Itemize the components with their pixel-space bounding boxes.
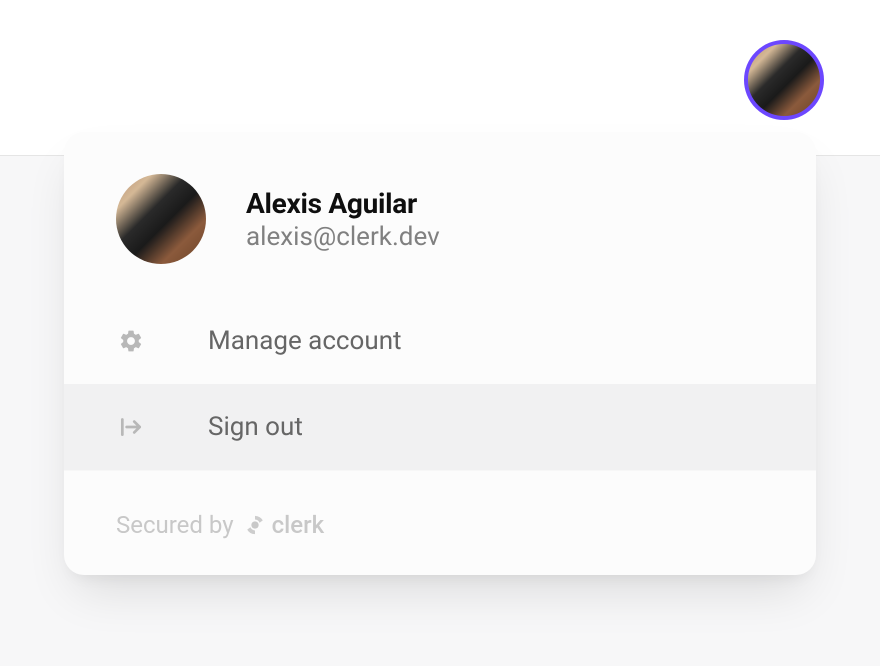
- sign-out-icon: [116, 412, 146, 442]
- user-email: alexis@clerk.dev: [246, 222, 440, 252]
- manage-account-label: Manage account: [208, 326, 402, 356]
- user-name: Alexis Aguilar: [246, 187, 440, 220]
- manage-account-item[interactable]: Manage account: [64, 298, 816, 384]
- user-text: Alexis Aguilar alexis@clerk.dev: [246, 187, 440, 252]
- avatar: [116, 174, 206, 264]
- user-info-section: Alexis Aguilar alexis@clerk.dev: [64, 132, 816, 298]
- clerk-logo: clerk: [244, 511, 325, 539]
- gear-icon: [116, 326, 146, 356]
- clerk-logo-icon: [244, 514, 266, 536]
- clerk-brand-text: clerk: [272, 511, 325, 539]
- secured-by-text: Secured by: [116, 511, 234, 539]
- user-avatar-button[interactable]: [744, 40, 824, 120]
- sign-out-item[interactable]: Sign out: [64, 384, 816, 470]
- dropdown-footer: Secured by clerk: [64, 470, 816, 575]
- sign-out-label: Sign out: [208, 412, 303, 442]
- user-dropdown: Alexis Aguilar alexis@clerk.dev Manage a…: [64, 132, 816, 575]
